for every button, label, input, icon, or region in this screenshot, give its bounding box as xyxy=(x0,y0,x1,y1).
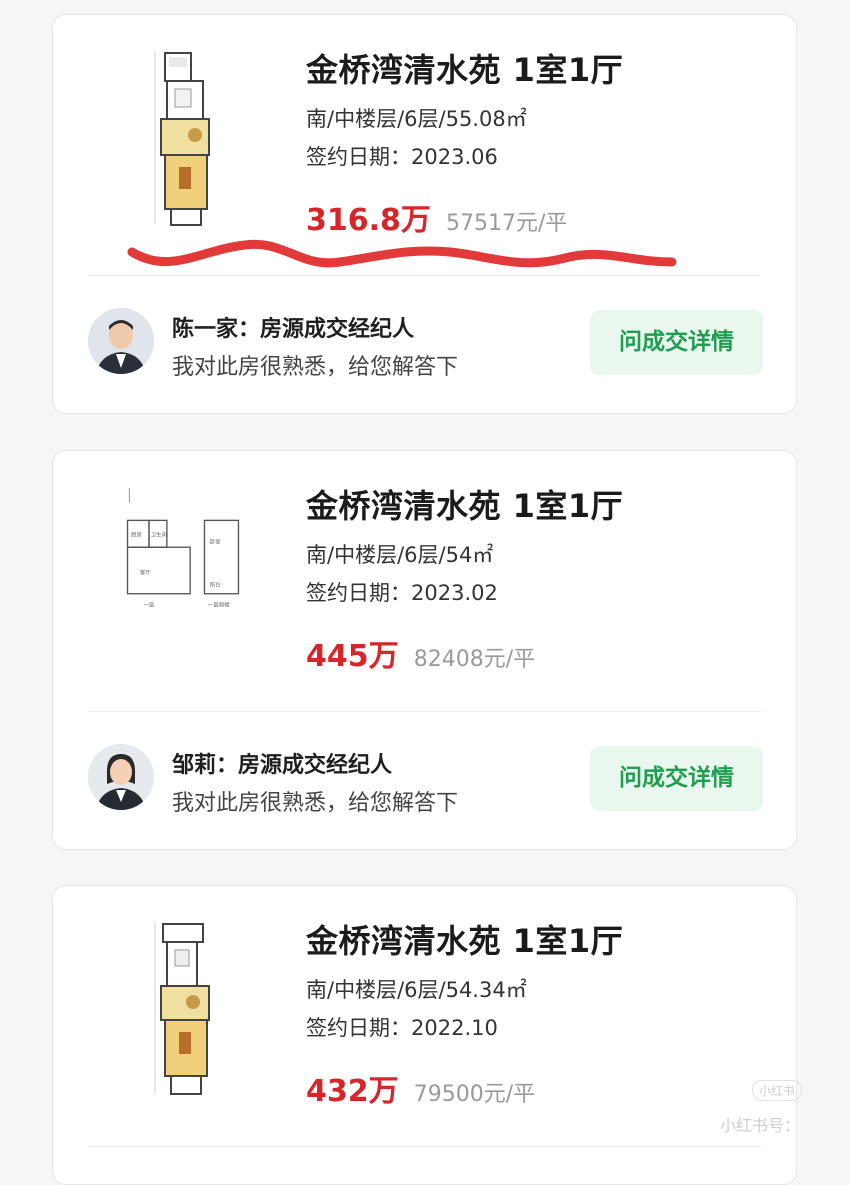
listing-title[interactable]: 金桥湾清水苑 1室1厅 xyxy=(306,481,623,527)
watermark-text: 小红书号： xyxy=(720,1116,801,1135)
plan-room-label-kitchen: 厨房 xyxy=(131,530,142,538)
listing-title[interactable]: 金桥湾清水苑 1室1厅 xyxy=(306,916,623,962)
ask-deal-details-button[interactable]: 问成交详情 xyxy=(590,310,763,375)
agent-description: 我对此房很熟悉，给您解答下 xyxy=(172,791,459,816)
plan-room-label-living-room: 客厅 xyxy=(140,568,151,576)
plan-caption-first-floor: 一层 xyxy=(144,601,155,608)
listing-card[interactable]: 厨房 卫生间 客厅 卧室 阳台 一层 一层阁楼 金桥湾清水苑 1室1厅 南/中楼… xyxy=(52,450,797,850)
floor-plan-image xyxy=(154,51,210,226)
floor-plan-image xyxy=(154,922,210,1095)
listing-title[interactable]: 金桥湾清水苑 1室1厅 xyxy=(306,45,623,91)
listing-info: 南/中楼层/6层/54.34㎡ xyxy=(306,978,527,1002)
unit-price: 79500元/平 xyxy=(413,1082,536,1107)
ask-deal-details-button[interactable]: 问成交详情 xyxy=(590,746,763,811)
plan-caption-first-floor-loft: 一层阁楼 xyxy=(208,600,230,608)
listing-info: 南/中楼层/6层/55.08㎡ xyxy=(306,107,527,131)
agent-avatar[interactable] xyxy=(88,308,154,374)
total-price: 316.8万 xyxy=(306,203,431,238)
agent-row[interactable]: 陈一家：房源成交经纪人 我对此房很熟悉，给您解答下 问成交详情 xyxy=(88,305,763,385)
divider xyxy=(88,275,761,276)
agent-description: 我对此房很熟悉，给您解答下 xyxy=(172,355,459,380)
unit-price: 57517元/平 xyxy=(446,211,568,236)
total-price: 432万 xyxy=(306,1074,399,1109)
listing-info: 南/中楼层/6层/54㎡ xyxy=(306,543,494,567)
listing-card[interactable]: 金桥湾清水苑 1室1厅 南/中楼层/6层/54.34㎡ 签约日期：2022.10… xyxy=(52,885,797,1185)
divider xyxy=(88,711,761,712)
plan-room-label-balcony: 阳台 xyxy=(210,581,221,589)
agent-name: 陈一家：房源成交经纪人 xyxy=(172,317,415,342)
unit-price: 82408元/平 xyxy=(413,647,536,672)
sign-date: 签约日期：2023.02 xyxy=(306,581,498,605)
plan-room-label-bathroom: 卫生间 xyxy=(151,530,167,538)
total-price: 445万 xyxy=(306,639,399,674)
price-row: 316.8万 57517元/平 xyxy=(306,195,567,239)
sign-date: 签约日期：2022.10 xyxy=(306,1016,498,1040)
agent-name: 邹莉：房源成交经纪人 xyxy=(172,753,393,778)
listing-card[interactable]: 金桥湾清水苑 1室1厅 南/中楼层/6层/55.08㎡ 签约日期：2023.06… xyxy=(52,14,797,414)
floor-plan-image: 厨房 卫生间 客厅 卧室 阳台 一层 一层阁楼 xyxy=(126,488,240,608)
sign-date: 签约日期：2023.06 xyxy=(306,145,498,169)
plan-room-label-bedroom: 卧室 xyxy=(210,538,221,546)
agent-row[interactable]: 邹莉：房源成交经纪人 我对此房很熟悉，给您解答下 问成交详情 xyxy=(88,741,763,821)
divider xyxy=(88,1146,761,1147)
price-row: 432万 79500元/平 xyxy=(306,1066,535,1110)
price-row: 445万 82408元/平 xyxy=(306,631,535,675)
agent-avatar[interactable] xyxy=(88,744,154,810)
watermark-badge: 小红书 xyxy=(752,1080,803,1101)
